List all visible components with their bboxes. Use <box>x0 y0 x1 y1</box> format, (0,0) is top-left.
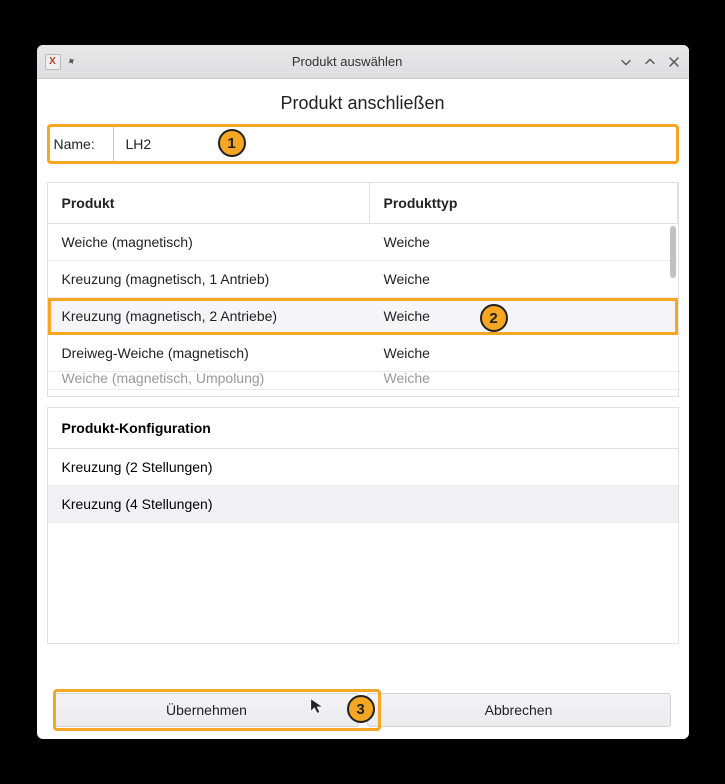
cell-type: Weiche <box>370 261 678 297</box>
header-product-type[interactable]: Produkttyp <box>370 183 678 223</box>
header-product[interactable]: Produkt <box>48 183 370 223</box>
config-row-selected[interactable]: Kreuzung (4 Stellungen) <box>48 486 678 523</box>
dialog-window: X ✦ Produkt auswählen Produkt anschließe… <box>37 45 689 739</box>
cell-product: Kreuzung (magnetisch, 2 Antriebe) <box>48 298 370 334</box>
table-row[interactable]: Kreuzung (magnetisch, 1 Antrieb) Weiche <box>48 261 678 298</box>
table-row[interactable]: Weiche (magnetisch) Weiche <box>48 224 678 261</box>
pin-icon[interactable]: ✦ <box>64 54 78 70</box>
cell-product: Weiche (magnetisch) <box>48 224 370 260</box>
cell-product: Dreiweg-Weiche (magnetisch) <box>48 335 370 371</box>
cell-type: Weiche <box>370 298 678 334</box>
button-row: Übernehmen Abbrechen 3 <box>47 687 679 729</box>
table-header-row: Produkt Produkttyp <box>48 182 678 224</box>
config-table: Produkt-Konfiguration Kreuzung (2 Stellu… <box>47 407 679 644</box>
annotation-badge-3: 3 <box>347 695 375 723</box>
table-body: Weiche (magnetisch) Weiche Kreuzung (mag… <box>48 224 678 396</box>
name-input[interactable] <box>114 127 676 161</box>
scrollbar[interactable] <box>670 226 676 278</box>
chevron-down-icon[interactable] <box>619 55 633 69</box>
cell-type: Weiche <box>370 224 678 260</box>
name-label: Name: <box>50 127 114 161</box>
app-icon: X <box>45 54 61 70</box>
annotation-badge-2: 2 <box>480 304 508 332</box>
titlebar: X ✦ Produkt auswählen <box>37 45 689 79</box>
config-header: Produkt-Konfiguration <box>48 408 678 449</box>
close-icon[interactable] <box>667 55 681 69</box>
apply-button[interactable]: Übernehmen <box>55 693 359 727</box>
config-row[interactable]: Kreuzung (2 Stellungen) <box>48 449 678 486</box>
cell-type: Weiche <box>370 335 678 371</box>
annotation-badge-1: 1 <box>218 129 246 157</box>
page-title: Produkt anschließen <box>37 93 689 114</box>
table-row[interactable]: Dreiweg-Weiche (magnetisch) Weiche <box>48 335 678 372</box>
cell-product: Weiche (magnetisch, Umpolung) <box>48 372 370 389</box>
product-table: Produkt Produkttyp Weiche (magnetisch) W… <box>47 182 679 397</box>
chevron-up-icon[interactable] <box>643 55 657 69</box>
cancel-button[interactable]: Abbrechen <box>367 693 671 727</box>
table-row-selected[interactable]: Kreuzung (magnetisch, 2 Antriebe) Weiche… <box>48 298 678 335</box>
cell-type: Weiche <box>370 372 678 389</box>
window-title: Produkt auswählen <box>82 54 613 69</box>
config-empty-space <box>48 523 678 643</box>
table-row[interactable]: Weiche (magnetisch, Umpolung) Weiche <box>48 372 678 390</box>
cell-product: Kreuzung (magnetisch, 1 Antrieb) <box>48 261 370 297</box>
content-area: Name: 1 Produkt Produkttyp Weiche (magne… <box>37 124 689 739</box>
name-input-row: Name: 1 <box>47 124 679 164</box>
